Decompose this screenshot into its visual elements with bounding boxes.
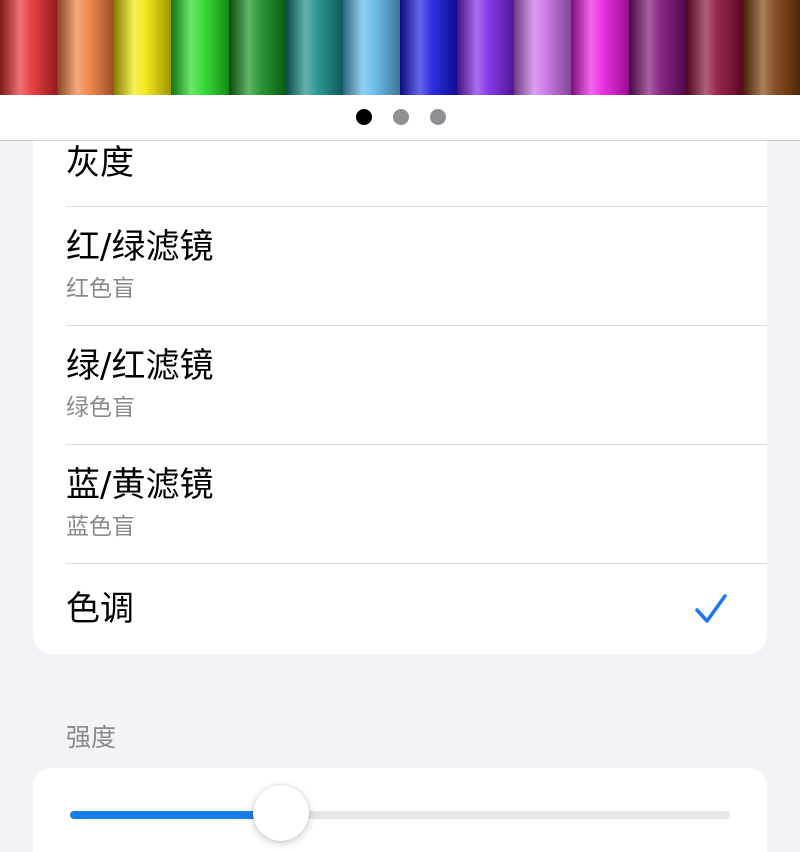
- intensity-slider-track[interactable]: [70, 811, 730, 819]
- crayon-magenta: [571, 0, 629, 95]
- filter-title: 蓝/黄滤镜: [66, 465, 214, 505]
- crayon-color-strip[interactable]: [0, 0, 800, 95]
- intensity-slider-card: [33, 768, 767, 852]
- crayon-yellow: [114, 0, 172, 95]
- intensity-section-label: 强度: [66, 723, 117, 752]
- crayon-light-blue: [342, 0, 401, 95]
- page-dot-1[interactable]: [356, 109, 372, 125]
- filter-title: 红/绿滤镜: [66, 227, 214, 267]
- filter-title: 色调: [66, 589, 134, 629]
- crayon-dark-green: [228, 0, 286, 95]
- filter-subtitle: 蓝色盲: [66, 514, 135, 540]
- crayon-blue: [399, 0, 458, 95]
- intensity-slider-fill: [70, 811, 282, 819]
- filter-title: 绿/红滤镜: [66, 346, 214, 386]
- filter-row-red-green[interactable]: 红/绿滤镜 红色盲: [66, 207, 767, 326]
- page-dots[interactable]: [356, 109, 446, 125]
- checkmark-icon: [695, 594, 727, 623]
- intensity-slider-thumb[interactable]: [253, 785, 310, 841]
- page-dot-2[interactable]: [393, 109, 409, 125]
- filter-title: 灰度: [66, 143, 134, 183]
- color-filters-screen: 灰度 红/绿滤镜 红色盲 绿/红滤镜 绿色盲 蓝/黄滤镜 蓝色盲 色调 强度: [0, 0, 800, 852]
- filter-row-color-tint[interactable]: 色调: [66, 564, 767, 654]
- page-dot-3[interactable]: [430, 109, 446, 125]
- filter-row-green-red[interactable]: 绿/红滤镜 绿色盲: [66, 326, 767, 445]
- crayon-red: [0, 0, 58, 95]
- crayon-violet: [457, 0, 515, 95]
- filter-row-blue-yellow[interactable]: 蓝/黄滤镜 蓝色盲: [66, 445, 767, 564]
- crayon-brown: [742, 0, 800, 95]
- crayon-lavender: [514, 0, 572, 95]
- filter-subtitle: 红色盲: [66, 276, 135, 302]
- crayon-maroon: [685, 0, 743, 95]
- crayon-teal: [285, 0, 343, 95]
- crayon-green: [171, 0, 229, 95]
- crayon-purple: [628, 0, 686, 95]
- filter-subtitle: 绿色盲: [66, 395, 135, 421]
- page-indicator-bar: [0, 95, 800, 141]
- crayon-orange: [57, 0, 115, 95]
- filter-row-grayscale[interactable]: 灰度: [66, 140, 767, 207]
